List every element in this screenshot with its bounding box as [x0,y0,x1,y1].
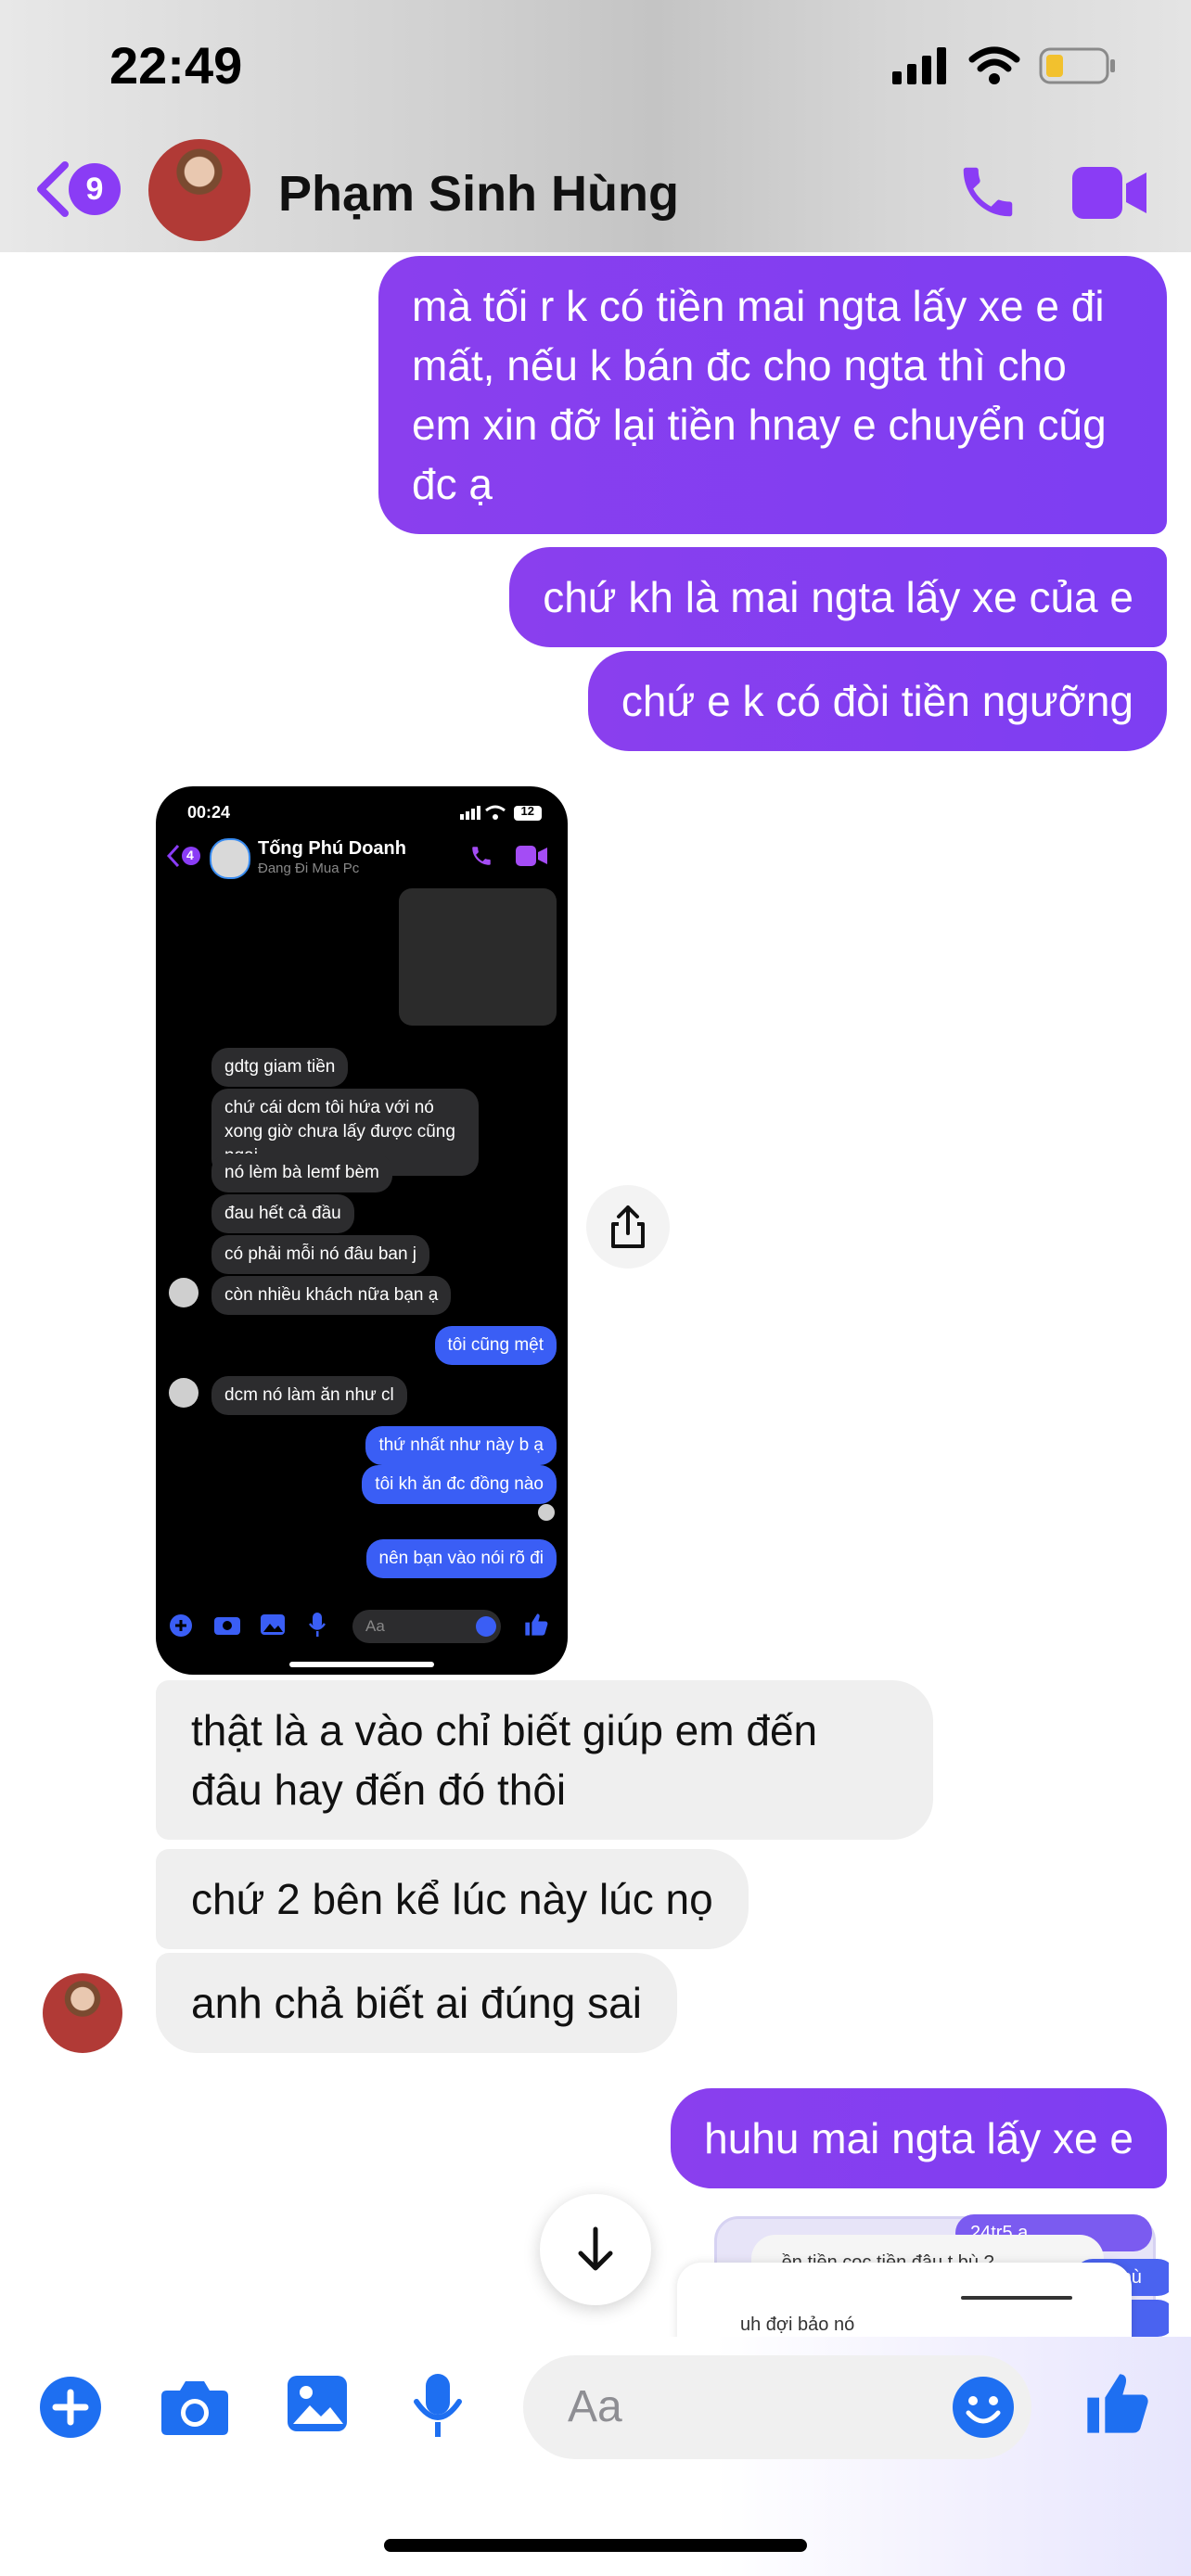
like-icon[interactable] [1082,2368,1152,2439]
screenshot-battery-level: 12 [520,804,534,818]
outgoing-message[interactable]: chứ kh là mai ngta lấy xe của e [509,547,1167,647]
screenshot-photo-icon [261,1614,285,1635]
status-icons [892,46,1117,85]
screenshot-avatar [210,838,250,879]
screenshot-bubble: còn nhiều khách nữa bạn ạ [211,1276,452,1315]
share-icon [611,1205,645,1248]
incoming-message[interactable]: thật là a vào chỉ biết giúp em đến đâu h… [156,1680,933,1840]
screenshot-small-avatar [169,1278,198,1307]
screenshot-home-indicator [289,1662,434,1667]
screenshot-contact-status: Đang Đi Mua Pc [258,861,360,876]
video-call-icon[interactable] [1072,167,1148,219]
arrow-down-icon [578,2226,613,2271]
outgoing-message[interactable]: chứ e k có đòi tiền ngưỡng [587,651,1167,751]
phone-call-icon[interactable] [955,159,1020,224]
screenshot-seen-avatar [538,1504,555,1521]
screenshot-small-avatar [169,1378,198,1408]
screenshot-bubble: tôi cũng mệt [434,1326,557,1365]
outgoing-message[interactable]: mà tối r k có tiền mai ngta lấy xe e đi … [378,256,1167,534]
screenshot-bubble: thứ nhất như này b ạ [365,1426,557,1465]
screenshot-back-count: 4 [186,848,194,862]
image-preview-stack[interactable]: 24tr5 a ...ền tiền cọc tiền đâu t bù ? x… [640,2207,1169,2337]
screenshot-bubble: nên bạn vào nói rõ đi [365,1539,557,1578]
screenshot-bubble: dcm nó làm ăn như cl [211,1376,407,1415]
screenshot-contact-name: Tống Phú Doanh [258,838,406,859]
screenshot-bubble: có phải mỗi nó đâu ban j [211,1235,430,1274]
screenshot-bubble: tôi kh ăn đc đồng nào [362,1465,557,1504]
screenshot-keyboard-thumbnail [399,888,557,1026]
sender-avatar[interactable] [43,1973,122,2053]
status-time: 22:49 [109,36,243,95]
screenshot-bubble: nó lèm bà lemf bèm [211,1154,392,1192]
plus-icon[interactable] [39,2376,102,2439]
preview-home-bar [961,2296,1072,2300]
incoming-message[interactable]: chứ 2 bên kể lúc này lúc nọ [156,1849,749,1949]
signal-icon [892,47,946,84]
camera-icon[interactable] [160,2378,230,2437]
screenshot-composer: Aa [156,1602,568,1649]
contact-avatar[interactable] [148,139,250,241]
screenshot-plus-icon [170,1614,192,1637]
contact-name[interactable]: Phạm Sinh Hùng [278,165,679,223]
emoji-icon[interactable] [952,2376,1015,2439]
scroll-to-bottom-button[interactable] [540,2194,651,2305]
screenshot-mic-icon [308,1613,327,1637]
screenshot-emoji-icon [476,1616,496,1637]
top-bar: 22:49 9 Phạm Sinh Hùng [0,0,1191,252]
screenshot-video-icon [516,846,547,866]
screenshot-camera-icon [214,1617,240,1635]
screenshot-bubble: đau hết cả đầu [211,1194,354,1233]
incoming-message[interactable]: anh chả biết ai đúng sai [156,1953,677,2053]
chevron-left-icon [37,161,69,217]
screenshot-bubble: gdtg giam tiền [211,1048,349,1087]
battery-icon [1039,47,1115,84]
outgoing-message[interactable]: huhu mai ngta lấy xe e [671,2088,1167,2188]
share-button[interactable] [586,1185,670,1269]
screenshot-phone-icon [472,847,491,865]
microphone-icon[interactable] [412,2372,464,2439]
preview-text: uh đợi bảo nó [740,2315,855,2335]
photo-icon[interactable] [286,2374,349,2433]
screenshot-back-icon [166,844,200,868]
shared-screenshot-image[interactable]: 00:24 12 4 Tống Phú Doanh Đang Đi Mua Pc… [156,786,568,1675]
home-indicator [384,2539,807,2552]
wifi-icon [968,46,1020,84]
screenshot-time: 00:24 [187,803,231,822]
unread-badge: 9 [69,163,121,215]
screenshot-like-icon [525,1613,548,1636]
back-button[interactable]: 9 [33,159,121,219]
